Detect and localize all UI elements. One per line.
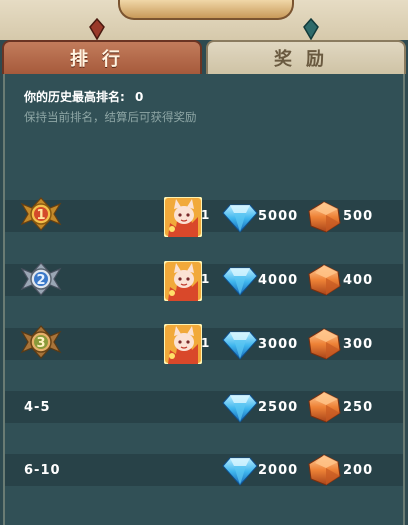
character-count: 1 xyxy=(201,336,210,350)
crystal-icon xyxy=(306,454,342,486)
gold-medal-icon: 1 xyxy=(20,197,62,231)
character-count: 1 xyxy=(201,208,210,222)
diamond-icon xyxy=(222,264,258,296)
crystal-amount: 200 xyxy=(343,463,374,478)
silver-medal-icon: 2 xyxy=(20,262,62,296)
history-label: 你的历史最高排名: xyxy=(24,90,125,104)
crystal-icon xyxy=(306,391,342,423)
crystal-amount: 500 xyxy=(343,209,374,224)
crystal-amount: 300 xyxy=(343,337,374,352)
diamond-amount: 4000 xyxy=(258,273,299,288)
diamond-amount: 2000 xyxy=(258,463,299,478)
diamond-icon xyxy=(222,328,258,360)
crystal-amount: 250 xyxy=(343,400,374,415)
crystal-amount: 400 xyxy=(343,273,374,288)
character-reward-icon xyxy=(164,197,202,237)
diamond-icon xyxy=(222,391,258,423)
diamond-amount: 2500 xyxy=(258,400,299,415)
ornament-icon xyxy=(89,17,105,41)
history-value: 0 xyxy=(135,90,144,104)
ornament-icon xyxy=(303,17,319,41)
diamond-amount: 3000 xyxy=(258,337,299,352)
medal-number: 2 xyxy=(36,273,45,288)
medal-number: 1 xyxy=(36,208,45,223)
crystal-icon xyxy=(306,328,342,360)
history-best-rank: 你的历史最高排名: 0 xyxy=(24,88,143,105)
crystal-icon xyxy=(306,201,342,233)
character-reward-icon xyxy=(164,324,202,364)
rank-range-label: 4-5 xyxy=(24,400,51,415)
character-reward-icon xyxy=(164,261,202,301)
tab-ranking[interactable]: 排行 xyxy=(2,40,202,74)
diamond-icon xyxy=(222,454,258,486)
medal-number: 3 xyxy=(36,336,45,351)
reward-hint: 保持当前排名，结算后可获得奖励 xyxy=(24,110,197,124)
header-crest xyxy=(118,0,294,20)
diamond-icon xyxy=(222,201,258,233)
bronze-medal-icon: 3 xyxy=(20,325,62,359)
crystal-icon xyxy=(306,264,342,296)
diamond-amount: 5000 xyxy=(258,209,299,224)
rank-range-label: 6-10 xyxy=(24,463,61,478)
character-count: 1 xyxy=(201,272,210,286)
tab-rewards[interactable]: 奖励 xyxy=(206,40,406,74)
